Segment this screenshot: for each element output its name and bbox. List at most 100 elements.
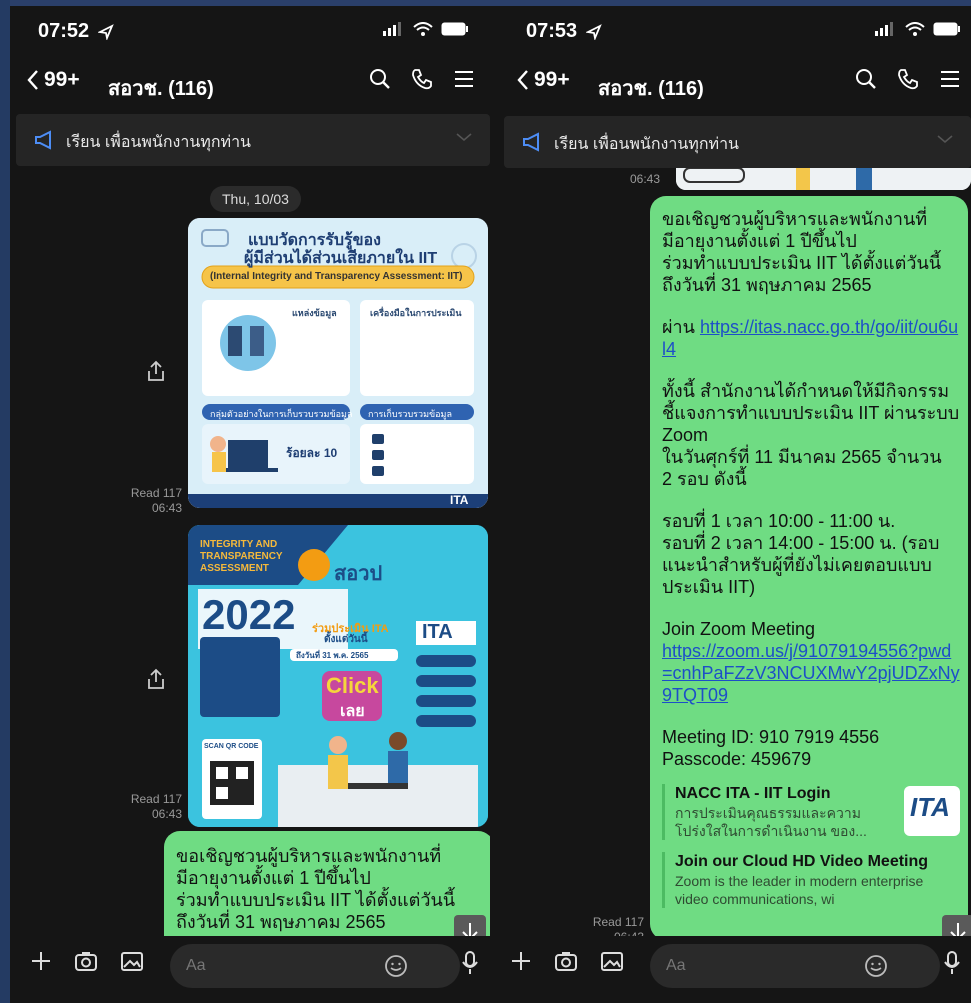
unread-count: 99+	[534, 68, 570, 91]
poster1-title-line2: ผู้มีส่วนได้ส่วนเสียภายใน IIT	[244, 250, 438, 267]
phone-icon[interactable]	[411, 68, 433, 90]
share-icon[interactable]	[146, 360, 166, 382]
announcement-bar[interactable]: เรียน เพื่อนพนักงานทุกท่าน	[504, 116, 971, 168]
itas-link[interactable]: https://itas.nacc.go.th/go/iit/ou6ul4	[662, 317, 958, 359]
message-text-activity: ทั้งนี้ สำนักงานได้กำหนดให้มีกิจกรรม ชี้…	[662, 381, 960, 489]
poster2-brand: ITA	[422, 621, 453, 643]
plus-icon[interactable]	[510, 950, 532, 972]
read-count: Read 117	[130, 792, 182, 806]
link-preview-title: NACC ITA - IIT Login	[675, 785, 831, 802]
signal-icon	[875, 22, 893, 36]
chat-title: สอวช. (116)	[598, 78, 704, 100]
zoom-link[interactable]: https://zoom.us/j/91079194556?pwd=cnhPaF…	[662, 640, 960, 706]
share-icon[interactable]	[146, 668, 166, 690]
camera-icon[interactable]	[74, 950, 98, 972]
message-text-rounds: รอบที่ 1 เวลา 10:00 - 11:00 น. รอบที่ 2 …	[662, 511, 940, 597]
gallery-icon[interactable]	[600, 950, 624, 972]
poster1-box4-label: การเก็บรวบรวมข้อมูล	[368, 409, 453, 419]
input-placeholder: Aa	[186, 957, 206, 974]
poster2-click2: เลย	[340, 703, 365, 720]
megaphone-icon	[35, 130, 51, 150]
back-button[interactable]: 99+	[516, 68, 570, 92]
menu-icon[interactable]	[453, 68, 475, 90]
text-message-bubble[interactable]: ขอเชิญชวนผู้บริหารและพนักงานที่ มีอายุงา…	[650, 196, 968, 940]
poster1-box3-label: กลุ่มตัวอย่างในการเก็บรวบรวมข้อมูล	[210, 409, 353, 419]
poster1-footer-brand: ITA	[450, 493, 469, 507]
signal-icon	[383, 22, 401, 36]
announcement-text: เรียน เพื่อนพนักงานทุกท่าน	[554, 136, 739, 153]
read-count: Read 117	[592, 915, 644, 929]
gallery-icon[interactable]	[120, 950, 144, 972]
poster2-scan: SCAN QR CODE	[204, 743, 259, 750]
announcement-text: เรียน เพื่อนพนักงานทุกท่าน	[66, 134, 251, 151]
megaphone-icon	[523, 132, 539, 152]
chat-header: 99+ สอวช. (116)	[10, 62, 491, 108]
menu-icon[interactable]	[939, 68, 961, 90]
message-time: 06:43	[629, 172, 660, 186]
status-time: 07:53	[526, 20, 578, 42]
location-arrow-icon	[98, 24, 114, 40]
link-preview-description: การประเมินคุณธรรมและความโปร่งใสในการดำเน…	[675, 805, 867, 839]
chevron-down-icon[interactable]	[456, 132, 472, 142]
window-left-edge	[0, 0, 10, 1003]
emoji-icon[interactable]	[384, 954, 408, 978]
wifi-icon	[905, 22, 925, 36]
zoom-label: Join Zoom Meeting	[662, 619, 816, 639]
search-icon[interactable]	[369, 68, 391, 90]
link-preview-description: Zoom is the leader in modern enterprise …	[675, 873, 924, 907]
poster2-headline: INTEGRITY AND TRANSPARENCY ASSESSMENT	[200, 539, 283, 574]
right-phone-screen: 07:53 99+ สอวช. (116) เรียน เพื่อนพนักงา…	[490, 6, 971, 1003]
back-button[interactable]: 99+	[26, 68, 80, 92]
message-input[interactable]: Aa	[170, 944, 460, 988]
message-input-bar: Aa	[10, 936, 491, 1003]
poster1-box2-label: เครื่องมือในการประเมิน	[370, 308, 462, 318]
poster2-org: สอวป	[334, 563, 383, 585]
read-receipt: Read 117 06:43	[108, 486, 182, 516]
message-text-intro: ขอเชิญชวนผู้บริหารและพนักงานที่ มีอายุงา…	[662, 209, 942, 295]
chat-header: 99+ สอวช. (116)	[490, 62, 971, 108]
unread-count: 99+	[44, 68, 80, 91]
status-time: 07:52	[38, 20, 90, 42]
left-phone-screen: 07:52 99+ สอวช. (116) เรียน เพื่อนพนักงา…	[10, 6, 491, 1003]
camera-icon[interactable]	[554, 950, 578, 972]
ita-logo-text: ITA	[910, 792, 950, 822]
link-preview-nacc[interactable]: NACC ITA - IIT Login การประเมินคุณธรรมแล…	[662, 784, 960, 840]
microphone-icon[interactable]	[942, 950, 962, 976]
battery-icon	[933, 22, 960, 36]
emoji-icon[interactable]	[864, 954, 888, 978]
poster2-year: 2022	[202, 591, 296, 638]
image-message-ita-poster[interactable]: INTEGRITY AND TRANSPARENCY ASSESSMENT สอ…	[188, 525, 488, 827]
chevron-down-icon[interactable]	[937, 134, 953, 144]
microphone-icon[interactable]	[460, 950, 480, 976]
message-input[interactable]: Aa	[650, 944, 940, 988]
poster2-until: ถึงวันที่ 31 พ.ค. 2565	[296, 651, 369, 660]
announcement-bar[interactable]: เรียน เพื่อนพนักงานทุกท่าน	[16, 114, 490, 166]
message-text: ขอเชิญชวนผู้บริหารและพนักงานที่ มีอายุงา…	[176, 846, 456, 932]
image-message-iit-poster[interactable]: แบบวัดการรับรู้ของ ผู้มีส่วนได้ส่วนเสียภ…	[188, 218, 488, 508]
poster-partial-graphic	[676, 168, 971, 190]
battery-icon	[441, 22, 468, 36]
poster2-since: ตั้งแต่วันนี้	[324, 634, 368, 645]
status-bar: 07:53	[490, 6, 971, 56]
input-placeholder: Aa	[666, 957, 686, 974]
poster2-click: Click	[326, 673, 379, 698]
link-preview-title: Join our Cloud HD Video Meeting	[675, 853, 929, 870]
image-message-partial[interactable]	[676, 168, 971, 190]
read-receipt: Read 117 06:43	[108, 792, 182, 822]
message-time: 06:43	[151, 807, 182, 821]
wifi-icon	[413, 22, 433, 36]
date-separator: Thu, 10/03	[210, 186, 301, 212]
poster1-subtitle: (Internal Integrity and Transparency Ass…	[210, 271, 463, 282]
link-preview-zoom[interactable]: Join our Cloud HD Video Meeting Zoom is …	[662, 852, 960, 908]
status-bar: 07:52	[10, 6, 491, 56]
phone-icon[interactable]	[897, 68, 919, 90]
read-count: Read 117	[130, 486, 182, 500]
plus-icon[interactable]	[30, 950, 52, 972]
search-icon[interactable]	[855, 68, 877, 90]
meeting-details: Meeting ID: 910 7919 4556 Passcode: 4596…	[662, 727, 880, 769]
poster1-percent: ร้อยละ 10	[286, 446, 338, 460]
message-input-bar: Aa	[490, 936, 971, 1003]
ita-logo: ITA	[904, 786, 960, 836]
via-label: ผ่าน	[662, 317, 700, 337]
message-time: 06:43	[151, 501, 182, 515]
